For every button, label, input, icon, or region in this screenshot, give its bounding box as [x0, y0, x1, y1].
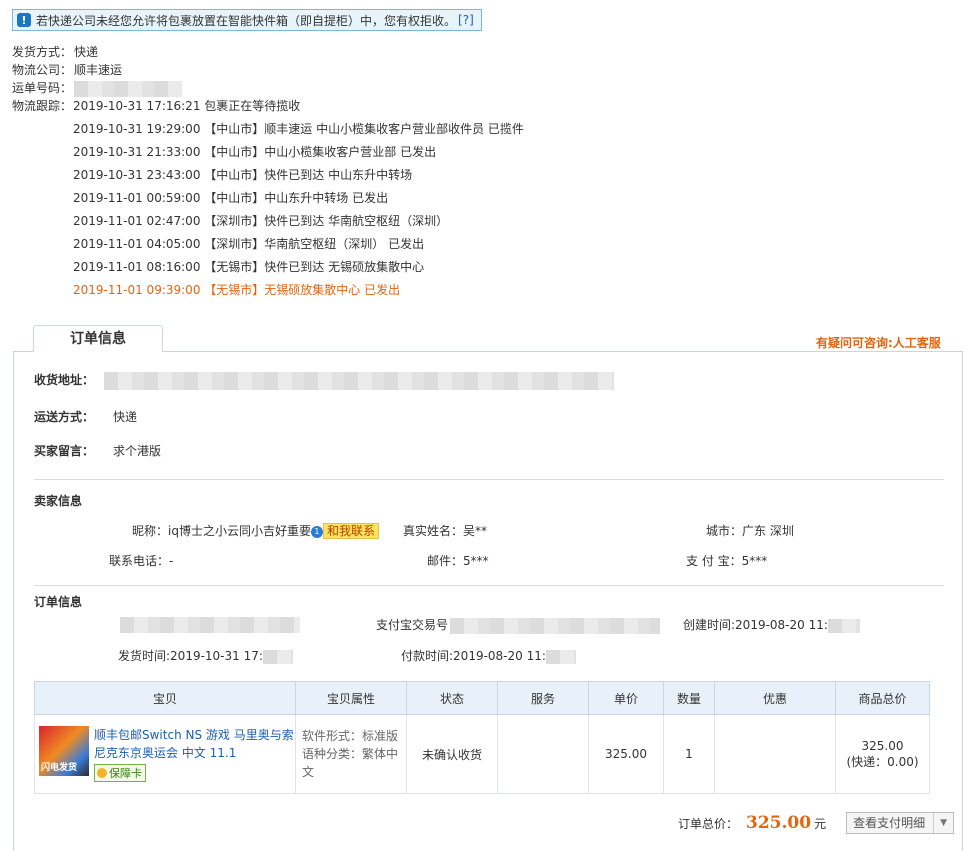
total-label: 订单总价：	[678, 816, 739, 831]
order-section-title: 订单信息	[34, 595, 83, 609]
tracking-row: 2019-11-01 02:47:00 【深圳市】快件已到达 华南航空枢纽（深圳…	[73, 214, 449, 228]
item-service	[497, 714, 589, 794]
col-attributes: 宝贝属性	[295, 681, 407, 715]
tracking-number-redacted	[74, 80, 182, 97]
col-discount: 优惠	[714, 681, 836, 715]
tracking-row-latest: 2019-11-01 09:39:00 【无锡市】无锡硕放集散中心 已发出	[73, 283, 401, 297]
item-total: 325.00 (快递：0.00)	[835, 714, 930, 794]
order-number-redacted	[120, 616, 300, 633]
message-value: 求个港版	[113, 444, 162, 458]
nickname-value: iq博士之小云同小吉好重要	[168, 524, 311, 538]
notice-help-link[interactable]: [?]	[458, 13, 474, 27]
chevron-down-icon: ▼	[933, 813, 947, 833]
address-label: 收货地址：	[34, 373, 95, 387]
tracking-row: 2019-11-01 04:05:00 【深圳市】华南航空枢纽（深圳） 已发出	[73, 237, 425, 251]
company-value: 顺丰速运	[74, 63, 123, 77]
customer-service-link[interactable]: 有疑问可咨询:人工客服	[816, 334, 941, 351]
shipped-time: 发货时间:2019-10-31 17:	[118, 647, 293, 665]
info-icon: !	[17, 13, 31, 27]
message-label: 买家留言：	[34, 444, 95, 458]
seller-city: 城市：广东 深圳	[706, 524, 794, 538]
method-label: 发货方式：	[12, 45, 73, 59]
product-thumbnail[interactable]: 闪电发货	[39, 726, 89, 776]
method-value: 快递	[74, 45, 99, 59]
view-payment-details-button[interactable]: 查看支付明细 ▼	[846, 812, 955, 834]
trade-number-redacted	[450, 617, 661, 634]
notice-text: 若快递公司未经您允许将包裹放置在智能快件箱（即自提柜）中，您有权拒收。	[36, 13, 457, 28]
col-total: 商品总价	[835, 681, 930, 715]
tracking-row: 2019-10-31 17:16:21 包裹正在等待揽收	[73, 99, 301, 113]
guarantee-badge[interactable]: 保障卡	[94, 764, 146, 782]
item-status: 未确认收货	[406, 714, 498, 794]
divider	[34, 585, 944, 586]
col-status: 状态	[406, 681, 498, 715]
tracking-row: 2019-11-01 08:16:00 【无锡市】快件已到达 无锡硕放集散中心	[73, 260, 425, 274]
tracking-row: 2019-10-31 21:33:00 【中山市】中山小榄集收客户营业部 已发出	[73, 145, 437, 159]
trace-label: 物流跟踪：	[12, 99, 73, 113]
seller-realname: 真实姓名：吴**	[403, 524, 488, 538]
tracking-row: 2019-11-01 00:59:00 【中山市】中山东升中转场 已发出	[73, 191, 389, 205]
item-qty: 1	[663, 714, 715, 794]
guarantee-icon	[97, 768, 107, 778]
order-items-table: 宝贝 宝贝属性 状态 服务 单价 数量 优惠 商品总价 闪电发货 顺丰包邮Swi…	[34, 681, 930, 794]
seller-phone: 联系电话：-	[109, 554, 174, 568]
contact-seller-button[interactable]: 和我联系	[322, 523, 379, 539]
seller-alipay: 支 付 宝：5***	[686, 554, 768, 568]
created-time: 创建时间:2019-08-20 11:	[683, 616, 860, 634]
item-discount	[714, 714, 836, 794]
product-attributes: 软件形式：标准版 语种分类：繁体中文	[295, 714, 407, 794]
delivery-label: 运送方式：	[34, 410, 95, 424]
address-redacted	[104, 371, 614, 390]
notice-bar: ! 若快递公司未经您允许将包裹放置在智能快件箱（即自提柜）中，您有权拒收。 [?…	[12, 9, 482, 31]
seller-email: 邮件：5***	[427, 554, 489, 568]
total-unit: 元	[814, 816, 827, 831]
col-item: 宝贝	[34, 681, 296, 715]
tab-order-info[interactable]: 订单信息	[33, 325, 163, 352]
message-count-badge: 1	[310, 526, 323, 538]
trade-number: 支付宝交易号	[376, 616, 661, 634]
tracking-list: 2019-10-31 17:16:21 包裹正在等待揽收 2019-10-31 …	[73, 97, 524, 304]
seller-nickname: 昵称：iq博士之小云同小吉好重要 1 和我联系	[132, 522, 379, 540]
product-title-link[interactable]: 顺丰包邮Switch NS 游戏 马里奥与索尼克东京奥运会 中文 11.1	[94, 726, 294, 762]
item-price: 325.00	[588, 714, 664, 794]
divider	[34, 479, 944, 480]
order-total: 订单总价： 325.00 元 查看支付明细 ▼	[678, 812, 955, 834]
company-label: 物流公司：	[12, 63, 73, 77]
delivery-value: 快递	[113, 410, 138, 424]
col-price: 单价	[588, 681, 664, 715]
total-amount: 325.00	[746, 813, 812, 833]
tracking-row: 2019-10-31 19:29:00 【中山市】顺丰速运 中山小榄集收客户营业…	[73, 122, 524, 136]
tracking-label: 运单号码：	[12, 81, 73, 95]
col-service: 服务	[497, 681, 589, 715]
table-row: 闪电发货 顺丰包邮Switch NS 游戏 马里奥与索尼克东京奥运会 中文 11…	[34, 714, 930, 794]
tracking-row: 2019-10-31 23:43:00 【中山市】快件已到达 中山东升中转场	[73, 168, 413, 182]
shipping-info: 发货方式： 快递 物流公司： 顺丰速运 运单号码：	[12, 43, 182, 97]
seller-section-title: 卖家信息	[34, 494, 83, 508]
paid-time: 付款时间:2019-08-20 11:	[401, 647, 576, 665]
col-qty: 数量	[663, 681, 715, 715]
